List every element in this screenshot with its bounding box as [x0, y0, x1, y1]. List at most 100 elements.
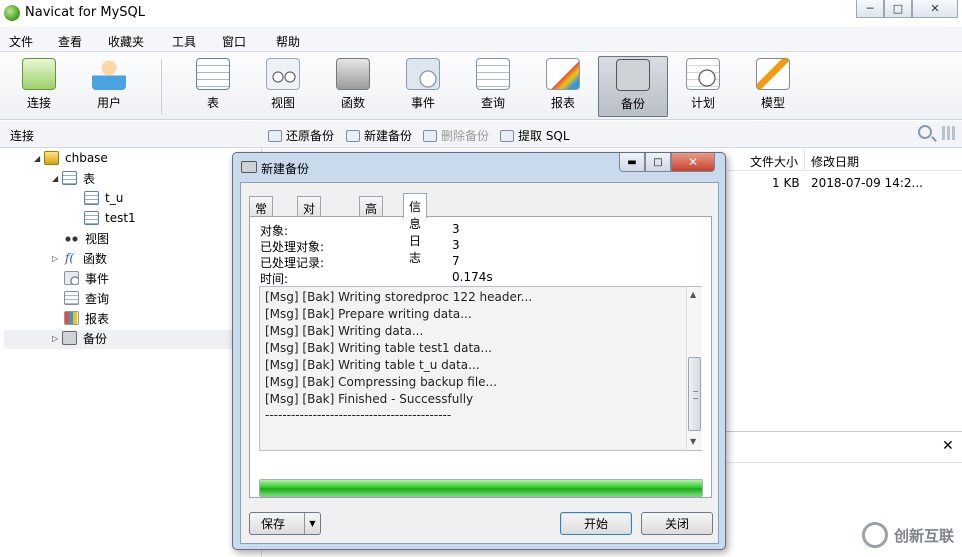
extract-sql-label: 提取 SQL — [518, 129, 570, 143]
model-icon — [756, 58, 790, 90]
menu-tools[interactable]: 工具 — [172, 33, 196, 50]
tree-node-views[interactable]: 视图 — [64, 229, 109, 247]
event-button[interactable]: 事件 — [388, 56, 458, 117]
tab-object-selection[interactable]: 对象选择 — [297, 196, 322, 267]
modified-date-cell: 2018-07-09 14:2... — [811, 176, 923, 190]
object-list-header: 文件大小 修改日期 — [726, 149, 962, 171]
log-separator: ----------------------------------------… — [265, 408, 452, 422]
tree-node-table[interactable]: test1 — [84, 209, 136, 227]
event-icon — [64, 271, 79, 285]
report-icon — [546, 58, 580, 90]
tree-node-reports[interactable]: 报表 — [64, 309, 109, 327]
backup-button[interactable]: 备份 — [598, 56, 668, 117]
expand-arrow-icon[interactable]: ◢ — [52, 174, 62, 183]
dialog-title-bar: 新建备份 ▬ □ ✕ — [233, 153, 725, 181]
grid-view-icon[interactable] — [942, 126, 956, 140]
query-button[interactable]: 查询 — [458, 56, 528, 117]
navicat-logo-icon — [4, 5, 20, 21]
backup-progress-bar — [259, 479, 703, 497]
close-button[interactable]: 关闭 — [641, 512, 713, 535]
extract-sql-button[interactable]: 提取 SQL — [500, 127, 570, 144]
menu-help[interactable]: 帮助 — [276, 33, 300, 50]
backup-icon — [616, 59, 650, 91]
save-dropdown-icon[interactable]: ▼ — [304, 513, 320, 534]
new-backup-icon — [346, 130, 360, 142]
user-label: 用户 — [96, 96, 121, 110]
save-button[interactable]: 保存 ▼ — [249, 512, 321, 535]
tree-node-backups[interactable]: ▷ 备份 — [52, 329, 107, 347]
toolbar-separator — [161, 59, 162, 115]
user-button[interactable]: 用户 — [74, 56, 144, 117]
log-output[interactable]: [Msg] [Bak] Writing storedproc 122 heade… — [259, 286, 702, 451]
table-button[interactable]: 表 — [178, 56, 248, 117]
progress-fill — [260, 480, 702, 496]
menu-file[interactable]: 文件 — [9, 33, 33, 50]
save-label: 保存 — [260, 517, 285, 531]
stat-label-processed-objects: 已处理对象: — [260, 240, 325, 254]
tree-node-database[interactable]: ◢ chbase — [34, 149, 108, 167]
tab-general[interactable]: 常规 — [249, 196, 274, 233]
collapse-arrow-icon[interactable]: ▷ — [52, 254, 62, 263]
tables-label: 表 — [83, 171, 96, 186]
collapse-arrow-icon[interactable]: ▷ — [52, 334, 62, 343]
tree-node-queries[interactable]: 查询 — [64, 289, 109, 307]
title-bar: Navicat for MySQL ─ □ ✕ — [0, 0, 962, 26]
reports-label: 报表 — [85, 311, 110, 326]
backup-icon — [62, 331, 77, 345]
menu-window[interactable]: 窗口 — [222, 33, 246, 50]
menu-bar: 文件 查看 收藏夹 工具 窗口 帮助 — [0, 27, 962, 52]
minimize-button[interactable]: ─ — [856, 0, 884, 18]
table-label: 表 — [206, 96, 219, 110]
column-file-size[interactable]: 文件大小 — [750, 153, 798, 170]
scroll-up-icon[interactable]: ▲ — [690, 290, 696, 299]
report-button[interactable]: 报表 — [528, 56, 598, 117]
menu-view[interactable]: 查看 — [58, 33, 82, 50]
tree-node-functions[interactable]: ▷ f( 函数 — [52, 249, 107, 267]
new-backup-button[interactable]: 新建备份 — [346, 127, 412, 144]
dialog-maximize-button[interactable]: □ — [645, 153, 671, 172]
maximize-button[interactable]: □ — [884, 0, 912, 18]
dialog-close-button[interactable]: ✕ — [671, 153, 715, 172]
start-button[interactable]: 开始 — [560, 512, 632, 535]
extract-sql-icon — [500, 130, 514, 142]
function-icon — [336, 58, 370, 90]
view-button[interactable]: 视图 — [248, 56, 318, 117]
log-line: [Msg] [Bak] Writing table t_u data... — [265, 358, 480, 372]
tab-message-log[interactable]: 信息日志 — [403, 193, 428, 265]
function-button[interactable]: 函数 — [318, 56, 388, 117]
column-modified-date[interactable]: 修改日期 — [811, 153, 859, 170]
schedule-button[interactable]: 计划 — [668, 56, 738, 117]
window-controls: ─ □ ✕ — [856, 0, 958, 18]
log-line: [Msg] [Bak] Writing table test1 data... — [265, 341, 492, 355]
report-label: 报表 — [550, 96, 575, 110]
connect-button[interactable]: 连接 — [4, 56, 74, 117]
functions-label: 函数 — [83, 251, 108, 266]
log-line: [Msg] [Bak] Writing data... — [265, 324, 424, 338]
menu-favorites[interactable]: 收藏夹 — [108, 33, 144, 50]
event-icon — [406, 58, 440, 90]
expand-arrow-icon[interactable]: ◢ — [34, 154, 44, 163]
delete-backup-icon — [423, 130, 437, 142]
delete-backup-button[interactable]: 删除备份 — [423, 127, 489, 144]
close-window-button[interactable]: ✕ — [912, 0, 958, 18]
query-icon — [476, 58, 510, 90]
scroll-down-icon[interactable]: ▼ — [690, 437, 696, 446]
dialog-minimize-button[interactable]: ▬ — [619, 153, 645, 172]
tree-node-events[interactable]: 事件 — [64, 269, 109, 287]
scrollbar-thumb[interactable] — [688, 357, 701, 431]
tree-node-tables[interactable]: ◢ 表 — [52, 169, 95, 187]
tab-advanced[interactable]: 高级 — [359, 196, 384, 233]
search-icon[interactable] — [918, 125, 932, 139]
restore-backup-button[interactable]: 还原备份 — [268, 127, 334, 144]
stat-label-time: 时间: — [260, 272, 289, 286]
event-label: 事件 — [410, 96, 435, 110]
connection-icon — [22, 58, 56, 90]
tree-node-table[interactable]: t_u — [84, 189, 123, 207]
object-toolbar: 连接 还原备份 新建备份 删除备份 提取 SQL — [0, 121, 962, 148]
model-button[interactable]: 模型 — [738, 56, 808, 117]
log-scrollbar[interactable]: ▲ ▼ — [686, 287, 702, 450]
close-panel-icon[interactable]: ✕ — [942, 438, 954, 454]
table-icon — [196, 58, 230, 90]
stat-label-processed-records: 已处理记录: — [260, 256, 325, 270]
window-title: Navicat for MySQL — [25, 5, 145, 20]
